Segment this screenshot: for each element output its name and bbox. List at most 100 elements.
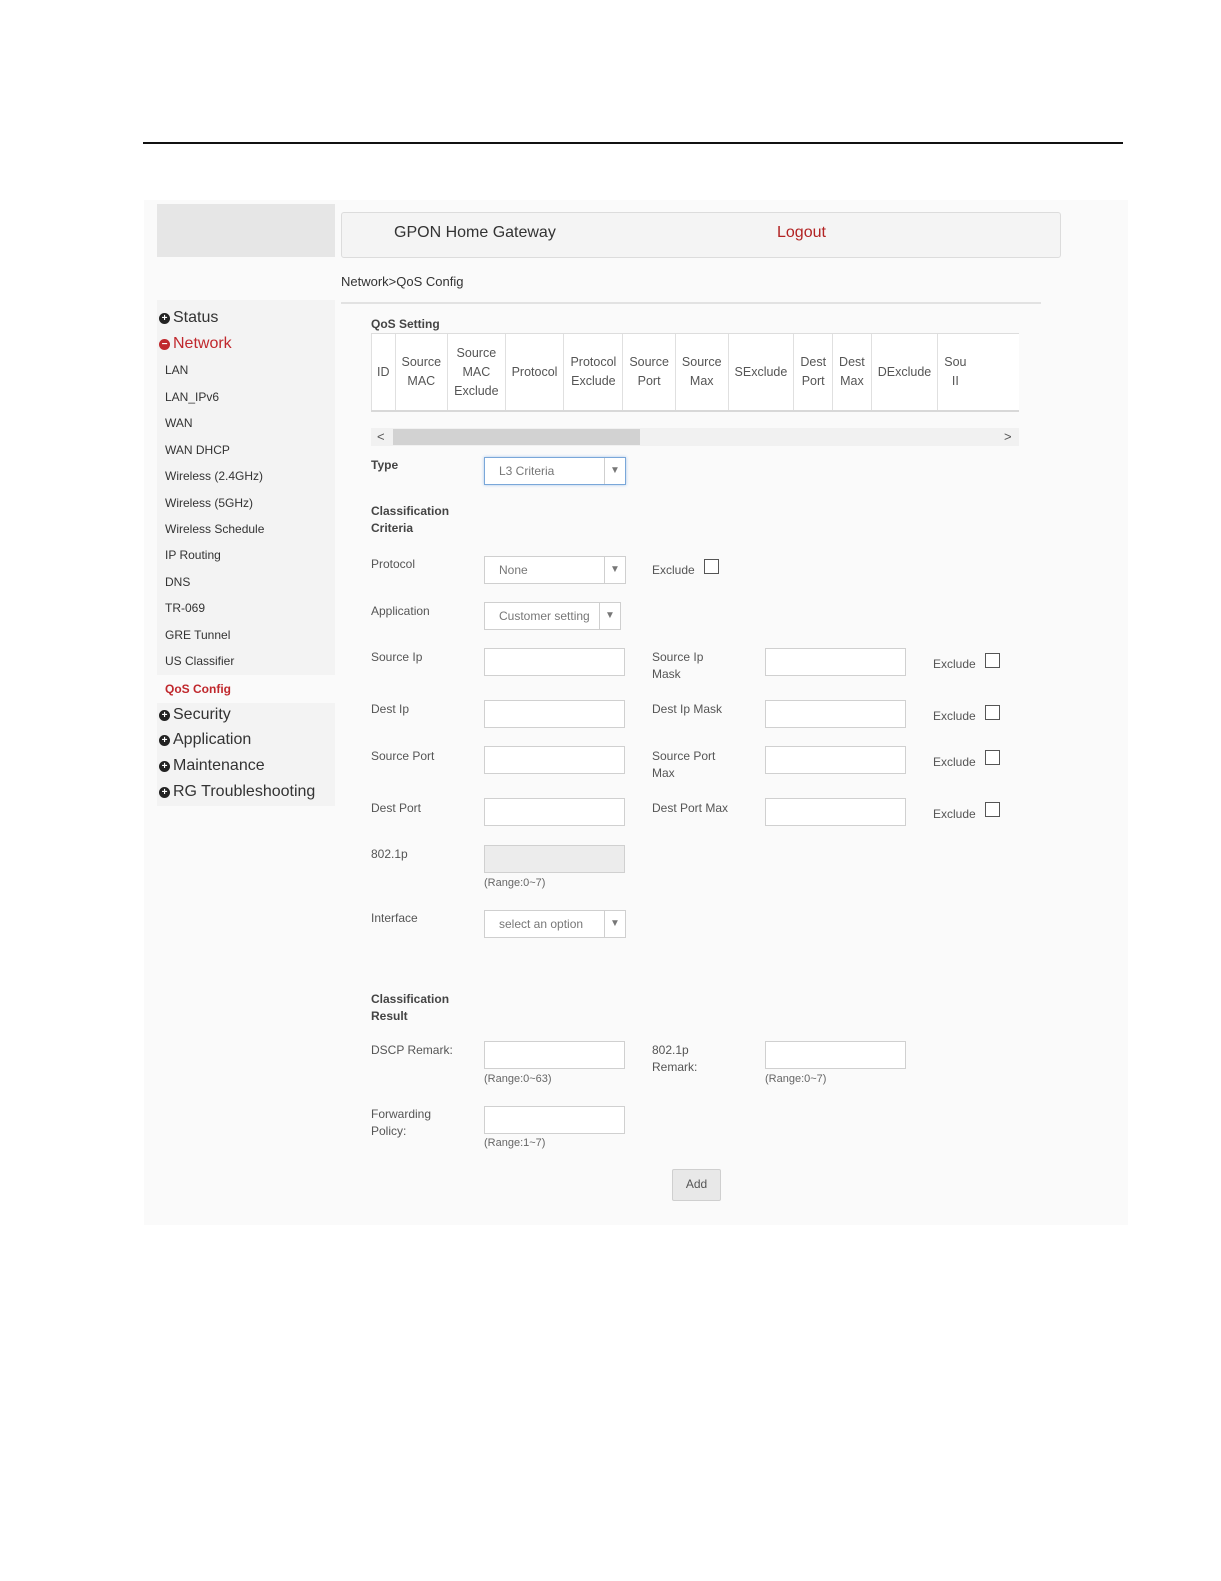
type-select-value: L3 Criteria bbox=[499, 464, 555, 478]
dest-port-exclude-checkbox[interactable] bbox=[985, 802, 1000, 817]
sidebar-item-wireless-schedule[interactable]: Wireless Schedule bbox=[165, 522, 264, 536]
dest-ip-input[interactable] bbox=[484, 700, 625, 728]
source-ip-label: Source Ip bbox=[371, 650, 423, 664]
qos-section-title: QoS Setting bbox=[371, 317, 440, 331]
source-ip-exclude-label: Exclude bbox=[933, 657, 976, 671]
scrollbar-thumb[interactable] bbox=[393, 429, 640, 445]
qos-rules-table: ID Source MAC Source MAC Exclude Protocol P… bbox=[371, 333, 1019, 412]
type-select[interactable]: L3 Criteria ▼ bbox=[484, 457, 626, 485]
dest-port-input[interactable] bbox=[484, 798, 625, 826]
page-rule bbox=[143, 142, 1123, 144]
scroll-right-icon[interactable]: > bbox=[1004, 429, 1012, 444]
col-source-port: Source Port bbox=[622, 334, 676, 410]
protocol-label: Protocol bbox=[371, 557, 416, 571]
sidebar-cat-maintenance[interactable]: + Maintenance bbox=[159, 757, 265, 775]
source-ip-input[interactable] bbox=[484, 648, 625, 676]
add-button[interactable]: Add bbox=[672, 1169, 721, 1201]
sidebar-cat-application[interactable]: + Application bbox=[159, 731, 251, 749]
sidebar-cat-security[interactable]: + Security bbox=[159, 706, 231, 724]
protocol-select[interactable]: None ▼ bbox=[484, 556, 626, 584]
sidebar-cat-label: RG Troubleshooting bbox=[173, 783, 316, 800]
source-port-input[interactable] bbox=[484, 746, 625, 774]
sidebar-cat-label: Maintenance bbox=[173, 757, 265, 774]
dscp-range-hint: (Range:0~63) bbox=[484, 1073, 552, 1085]
p8021-label: 802.1p bbox=[371, 847, 408, 861]
col-source-mac-exclude: Source MAC Exclude bbox=[447, 334, 506, 410]
chevron-down-icon: ▼ bbox=[599, 603, 620, 629]
p8021-remark-input[interactable] bbox=[765, 1041, 906, 1069]
p8021-input[interactable] bbox=[484, 845, 625, 873]
sidebar-cat-label: Status bbox=[173, 309, 219, 326]
source-port-max-input[interactable] bbox=[765, 746, 906, 774]
source-port-max-label: Source Port Max bbox=[652, 749, 716, 780]
plus-icon: + bbox=[159, 734, 170, 746]
plus-icon: + bbox=[159, 709, 170, 721]
p8021-remark-label: 802.1p Remark: bbox=[652, 1043, 698, 1074]
sidebar-cat-label: Application bbox=[173, 731, 252, 748]
p8021-range-hint: (Range:0~7) bbox=[484, 877, 546, 889]
chevron-down-icon: ▼ bbox=[604, 458, 625, 484]
sidebar-item-tr069[interactable]: TR-069 bbox=[165, 601, 205, 615]
col-source-max: Source Max bbox=[674, 334, 729, 410]
dest-ip-exclude-label: Exclude bbox=[933, 709, 976, 723]
sidebar-item-lan-ipv6[interactable]: LAN_IPv6 bbox=[165, 390, 219, 404]
protocol-exclude-label: Exclude bbox=[652, 563, 695, 577]
sidebar-item-wan-dhcp[interactable]: WAN DHCP bbox=[165, 443, 230, 457]
interface-select[interactable]: select an option ▼ bbox=[484, 910, 626, 938]
sidebar-item-ip-routing[interactable]: IP Routing bbox=[165, 548, 221, 562]
dscp-remark-input[interactable] bbox=[484, 1041, 625, 1069]
logout-link[interactable]: Logout bbox=[777, 224, 826, 242]
col-protocol-exclude: Protocol Exclude bbox=[563, 334, 623, 410]
source-ip-mask-input[interactable] bbox=[765, 648, 906, 676]
dest-port-max-input[interactable] bbox=[765, 798, 906, 826]
dest-port-label: Dest Port bbox=[371, 801, 422, 815]
sidebar-cat-troubleshooting[interactable]: + RG Troubleshooting bbox=[159, 783, 315, 801]
p8021-remark-range-hint: (Range:0~7) bbox=[765, 1073, 827, 1085]
interface-label: Interface bbox=[371, 911, 418, 925]
source-port-label: Source Port bbox=[371, 749, 435, 763]
classification-criteria-heading: Classification Criteria bbox=[371, 504, 450, 535]
sidebar-item-gre-tunnel[interactable]: GRE Tunnel bbox=[165, 628, 230, 642]
application-select-value: Customer setting bbox=[499, 609, 590, 623]
minus-icon: − bbox=[159, 338, 170, 350]
plus-icon: + bbox=[159, 312, 170, 324]
sidebar-item-us-classifier[interactable]: US Classifier bbox=[165, 654, 234, 668]
dest-port-exclude-label: Exclude bbox=[933, 807, 976, 821]
col-source-ip: Sou II bbox=[937, 334, 973, 410]
protocol-select-value: None bbox=[499, 563, 528, 577]
forwarding-policy-input[interactable] bbox=[484, 1106, 625, 1134]
protocol-exclude-checkbox[interactable] bbox=[704, 559, 719, 574]
breadcrumb: Network>QoS Config bbox=[341, 274, 464, 289]
sidebar-network-panel bbox=[157, 300, 335, 675]
sidebar-item-dns[interactable]: DNS bbox=[165, 575, 190, 589]
sidebar-logo-area bbox=[157, 204, 335, 257]
scroll-left-icon[interactable]: < bbox=[377, 429, 385, 444]
sidebar-cat-status[interactable]: + Status bbox=[159, 309, 218, 327]
col-id: ID bbox=[371, 334, 395, 410]
chevron-down-icon: ▼ bbox=[604, 557, 625, 583]
sidebar-item-qos-config[interactable]: QoS Config bbox=[165, 682, 231, 696]
sidebar-cat-label: Network bbox=[173, 335, 232, 352]
col-sexclude: SExclude bbox=[727, 334, 794, 410]
table-header-row: ID Source MAC Source MAC Exclude Protocol P… bbox=[371, 334, 973, 410]
dest-ip-mask-input[interactable] bbox=[765, 700, 906, 728]
source-ip-exclude-checkbox[interactable] bbox=[985, 653, 1000, 668]
dest-ip-exclude-checkbox[interactable] bbox=[985, 705, 1000, 720]
col-dexclude: DExclude bbox=[870, 334, 938, 410]
sidebar-item-wireless-24[interactable]: Wireless (2.4GHz) bbox=[165, 469, 263, 483]
sidebar-cat-network[interactable]: − Network bbox=[159, 335, 232, 353]
dest-ip-mask-label: Dest Ip Mask bbox=[652, 702, 723, 716]
plus-icon: + bbox=[159, 786, 170, 798]
sidebar-item-wireless-5[interactable]: Wireless (5GHz) bbox=[165, 496, 253, 510]
sidebar-item-wan[interactable]: WAN bbox=[165, 416, 193, 430]
col-dest-max: Dest Max bbox=[832, 334, 872, 410]
source-port-exclude-checkbox[interactable] bbox=[985, 750, 1000, 765]
sidebar-item-lan[interactable]: LAN bbox=[165, 363, 188, 377]
dest-ip-label: Dest Ip bbox=[371, 702, 410, 716]
col-source-mac: Source MAC bbox=[394, 334, 448, 410]
chevron-down-icon: ▼ bbox=[604, 911, 625, 937]
dscp-remark-label: DSCP Remark: bbox=[371, 1043, 453, 1057]
application-select[interactable]: Customer setting ▼ bbox=[484, 602, 621, 630]
plus-icon: + bbox=[159, 760, 170, 772]
forwarding-policy-label: Forwarding Policy: bbox=[371, 1107, 432, 1138]
